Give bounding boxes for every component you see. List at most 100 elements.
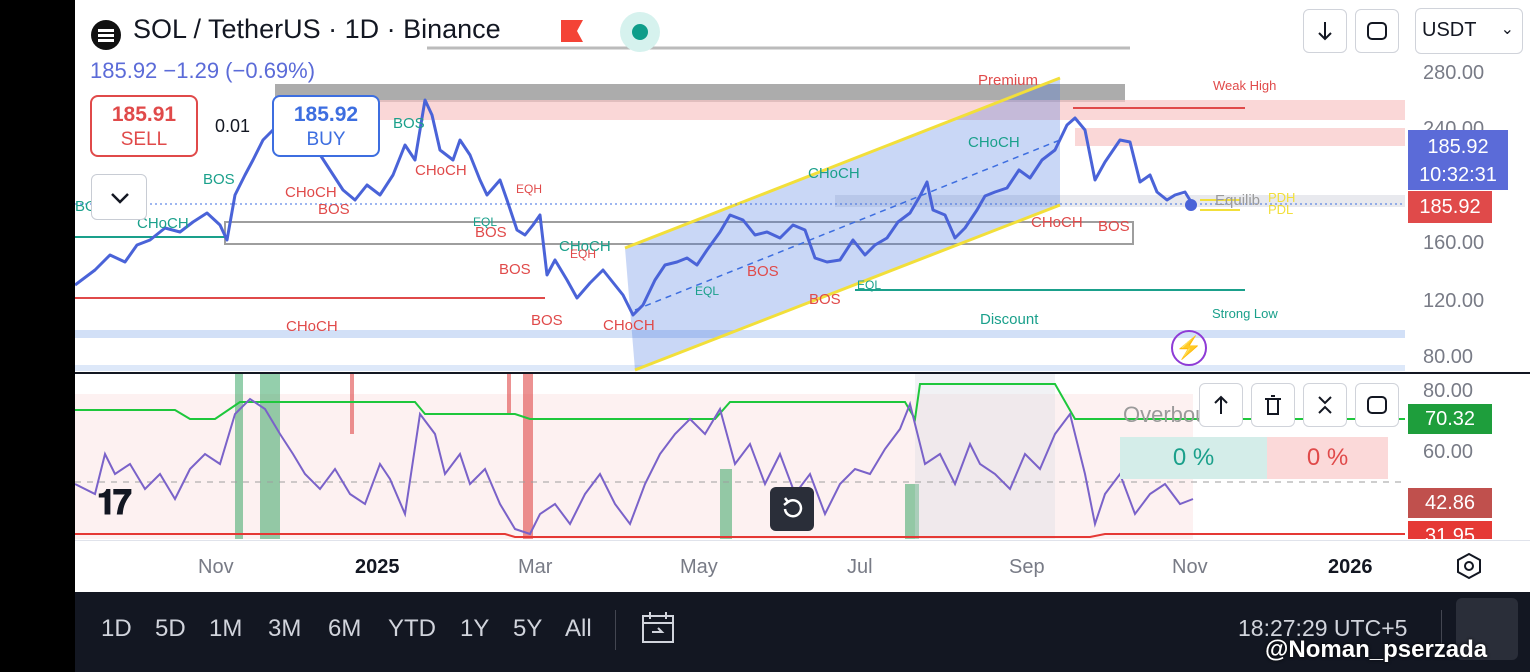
solana-coin-icon: [91, 20, 121, 50]
move-pane-up-button[interactable]: [1199, 383, 1243, 427]
download-button[interactable]: [1303, 9, 1347, 53]
delete-pane-button[interactable]: [1251, 383, 1295, 427]
pdl-label: PDL: [1268, 202, 1294, 217]
choch-label: CHoCH: [603, 317, 655, 334]
last-price-value: 185.92: [1427, 136, 1489, 158]
osc-mid-value: 42.86: [1408, 488, 1492, 518]
fullscreen-icon: [1367, 22, 1387, 40]
bid-price-tag: 185.92: [1408, 191, 1492, 223]
discount-zone: [75, 330, 1405, 338]
buy-label: BUY: [306, 129, 346, 150]
collapse-icon: [1318, 396, 1332, 414]
sell-button[interactable]: 185.91 SELL: [90, 95, 198, 157]
bos-label: BOS: [393, 115, 425, 132]
spread-value: 0.01: [215, 116, 251, 136]
flag-icon[interactable]: [561, 20, 583, 42]
osc-upper-value: 70.32: [1408, 404, 1492, 434]
eql-label: EQL: [857, 278, 882, 292]
osc-axis-label: 60.00: [1423, 441, 1474, 463]
price-axis-label: 120.00: [1423, 290, 1485, 312]
countdown-value: 10:32:31: [1419, 164, 1497, 186]
last-price-tag: 185.92 10:32:31: [1408, 130, 1508, 190]
trash-icon: [1265, 395, 1281, 415]
bos-label: BOS: [318, 201, 350, 218]
price-axis-label: 160.00: [1423, 232, 1485, 254]
range-5d[interactable]: 5D: [155, 615, 186, 643]
replay-button[interactable]: [770, 487, 814, 531]
discount-zone-low: [75, 365, 1405, 371]
premium-label: Premium: [978, 72, 1039, 89]
time-axis-label: Nov: [198, 556, 234, 578]
fullscreen-button[interactable]: [1355, 9, 1399, 53]
equilibrium-label: Equilib: [1215, 192, 1261, 209]
range-5y[interactable]: 5Y: [513, 615, 542, 643]
chevron-down-icon: [111, 193, 129, 204]
sell-label: SELL: [120, 129, 168, 150]
lightning-icon[interactable]: ⚡: [1171, 330, 1207, 366]
pct-right: 0 %: [1267, 437, 1388, 479]
currency-select[interactable]: USDT ⌄: [1415, 8, 1523, 54]
settings-hexagon-icon[interactable]: [1455, 552, 1483, 580]
strong-low-label: Strong Low: [1212, 306, 1278, 321]
chevron-down-icon: ⌄: [1500, 21, 1514, 38]
last-price-dot: [1185, 199, 1197, 211]
eqh-label: EQH: [570, 247, 597, 261]
bos-label: BOS: [809, 291, 841, 308]
time-axis-label: May: [680, 556, 718, 578]
bos-label: BOS: [747, 263, 779, 280]
choch-label: CHoCH: [415, 162, 467, 179]
choch-label: CHoCH: [808, 165, 860, 182]
tradingview-logo-icon: 𝟏𝟕: [97, 484, 132, 522]
calendar-goto-icon[interactable]: [640, 610, 676, 646]
supply-zone: [1075, 128, 1405, 146]
time-axis-label: Jul: [847, 556, 873, 578]
fullscreen-icon: [1367, 396, 1387, 414]
price-axis-label: 80.00: [1423, 346, 1474, 368]
maximize-pane-button[interactable]: [1355, 383, 1399, 427]
currency-value: USDT: [1422, 19, 1477, 41]
sell-price: 185.91: [111, 103, 177, 126]
choch-label: CHoCH: [1031, 214, 1083, 231]
time-axis-label: 2025: [355, 556, 400, 578]
collapse-pane-button[interactable]: [1303, 383, 1347, 427]
range-3m[interactable]: 3M: [268, 615, 301, 643]
price-axis-label: 280.00: [1423, 62, 1485, 84]
range-all[interactable]: All: [565, 615, 592, 643]
range-1y[interactable]: 1Y: [460, 615, 489, 643]
bos-label: BOS: [475, 224, 507, 241]
pct-left: 0 %: [1120, 437, 1267, 479]
time-axis-label: 2026: [1328, 556, 1373, 578]
arrow-down-icon: [1318, 22, 1332, 41]
price-change: 185.92 −1.29 (−0.69%): [90, 58, 316, 83]
choch-label: CHoCH: [285, 184, 337, 201]
live-dot-icon: [620, 12, 660, 52]
collapse-legend-button[interactable]: [91, 174, 147, 220]
choch-label: CHoCH: [968, 134, 1020, 151]
range-1d[interactable]: 1D: [101, 615, 132, 643]
osc-lower-value: 31.95: [1408, 521, 1492, 539]
bos-label: BOS: [499, 261, 531, 278]
watermark: @Noman_pserzada: [1265, 636, 1488, 663]
premium-zone: [350, 100, 1405, 120]
time-axis-label: Sep: [1009, 556, 1045, 578]
range-ytd[interactable]: YTD: [388, 615, 436, 643]
chart-screen: BOS CHoCH BOS BOS CHoCH BOS CHoCH EQH EQ…: [75, 0, 1530, 672]
buy-button[interactable]: 185.92 BUY: [272, 95, 380, 157]
buy-price: 185.92: [293, 103, 359, 126]
osc-axis-label: 80.00: [1423, 380, 1474, 402]
bos-label: BOS: [203, 171, 235, 188]
symbol-title[interactable]: SOL / TetherUS · 1D · Binance: [133, 14, 501, 45]
range-1m[interactable]: 1M: [209, 615, 242, 643]
bos-label: BOS: [531, 312, 563, 329]
bos-label: BOS: [1098, 218, 1130, 235]
arrow-up-icon: [1214, 395, 1228, 414]
eqh-label: EQH: [516, 182, 543, 196]
time-axis-label: Mar: [518, 556, 553, 578]
time-axis-label: Nov: [1172, 556, 1208, 578]
range-6m[interactable]: 6M: [328, 615, 361, 643]
eql-label: EQL: [695, 284, 720, 298]
discount-label: Discount: [980, 311, 1039, 328]
weak-high-label: Weak High: [1213, 78, 1277, 93]
choch-label: CHoCH: [286, 318, 338, 335]
replay-icon: [783, 497, 803, 518]
